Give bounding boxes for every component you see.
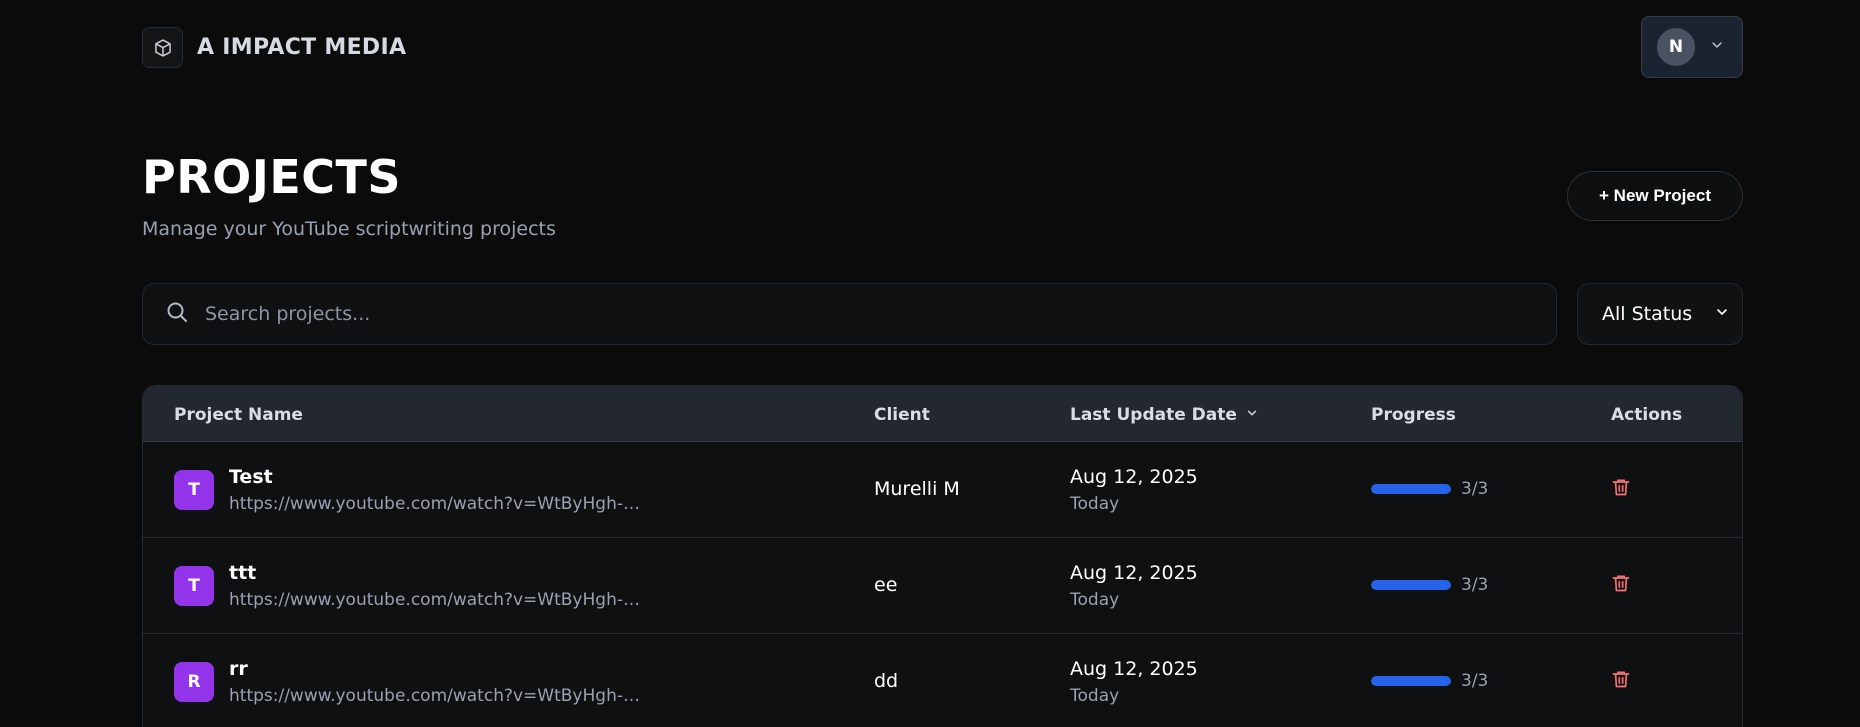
chevron-down-icon xyxy=(1709,37,1725,57)
project-name[interactable]: Test xyxy=(229,466,273,488)
progress-text: 3/3 xyxy=(1461,671,1489,691)
progress-bar-track xyxy=(1371,484,1451,494)
cube-icon xyxy=(142,27,183,68)
delete-project-button[interactable] xyxy=(1609,572,1633,598)
user-menu-button[interactable]: N xyxy=(1641,16,1743,78)
chevron-down-icon xyxy=(1714,303,1730,325)
progress-text: 3/3 xyxy=(1461,479,1489,499)
trash-icon xyxy=(1611,669,1631,693)
project-last-update-relative: Today xyxy=(1070,590,1120,610)
project-client: ee xyxy=(874,574,898,596)
column-header-last-update-label: Last Update Date xyxy=(1070,405,1237,425)
page-subtitle: Manage your YouTube scriptwriting projec… xyxy=(142,218,556,240)
project-last-update-relative: Today xyxy=(1070,686,1120,706)
trash-icon xyxy=(1611,573,1631,597)
project-client: Murelli M xyxy=(874,478,960,500)
delete-project-button[interactable] xyxy=(1609,668,1633,694)
search-icon xyxy=(165,300,189,328)
project-initial-badge: T xyxy=(174,470,214,510)
project-last-update-date: Aug 12, 2025 xyxy=(1070,562,1198,584)
projects-table: Project Name Client Last Update Date Pro… xyxy=(142,385,1743,727)
column-header-client: Client xyxy=(874,405,930,425)
table-row[interactable]: T ttt https://www.youtube.com/watch?v=Wt… xyxy=(143,538,1742,634)
page-title: PROJECTS xyxy=(142,150,402,204)
column-header-progress: Progress xyxy=(1371,405,1456,425)
brand-name: A IMPACT MEDIA xyxy=(197,35,407,60)
search-box xyxy=(142,283,1557,345)
project-progress: 3/3 xyxy=(1371,671,1488,691)
project-name[interactable]: ttt xyxy=(229,562,256,584)
project-url: https://www.youtube.com/watch?v=WtByHgh-… xyxy=(229,590,649,610)
search-input[interactable] xyxy=(205,303,1556,325)
project-name[interactable]: rr xyxy=(229,658,248,680)
brand[interactable]: A IMPACT MEDIA xyxy=(142,27,406,68)
table-row[interactable]: R rr https://www.youtube.com/watch?v=WtB… xyxy=(143,634,1742,727)
progress-bar-track xyxy=(1371,580,1451,590)
status-filter-select[interactable]: All Status xyxy=(1577,283,1743,345)
table-header: Project Name Client Last Update Date Pro… xyxy=(143,386,1742,442)
progress-bar-fill xyxy=(1371,484,1451,494)
project-last-update-date: Aug 12, 2025 xyxy=(1070,658,1198,680)
project-last-update-relative: Today xyxy=(1070,494,1120,514)
project-url: https://www.youtube.com/watch?v=WtByHgh-… xyxy=(229,686,649,706)
project-progress: 3/3 xyxy=(1371,575,1488,595)
progress-text: 3/3 xyxy=(1461,575,1489,595)
table-row[interactable]: T Test https://www.youtube.com/watch?v=W… xyxy=(143,442,1742,538)
chevron-down-icon xyxy=(1245,405,1259,425)
progress-bar-fill xyxy=(1371,580,1451,590)
avatar: N xyxy=(1657,28,1695,66)
project-last-update-date: Aug 12, 2025 xyxy=(1070,466,1198,488)
table-body: T Test https://www.youtube.com/watch?v=W… xyxy=(143,442,1742,727)
progress-bar-fill xyxy=(1371,676,1451,686)
column-header-last-update-date[interactable]: Last Update Date xyxy=(1070,405,1259,425)
project-url: https://www.youtube.com/watch?v=WtByHgh-… xyxy=(229,494,649,514)
delete-project-button[interactable] xyxy=(1609,476,1633,502)
progress-bar-track xyxy=(1371,676,1451,686)
project-initial-badge: T xyxy=(174,566,214,606)
trash-icon xyxy=(1611,477,1631,501)
status-filter-value: All Status xyxy=(1602,303,1693,325)
project-initial-badge: R xyxy=(174,662,214,702)
top-bar: A IMPACT MEDIA N xyxy=(0,0,1860,96)
new-project-button[interactable]: + New Project xyxy=(1567,171,1743,221)
column-header-project-name: Project Name xyxy=(174,405,303,425)
column-header-actions: Actions xyxy=(1611,405,1683,425)
project-progress: 3/3 xyxy=(1371,479,1488,499)
project-client: dd xyxy=(874,670,899,692)
